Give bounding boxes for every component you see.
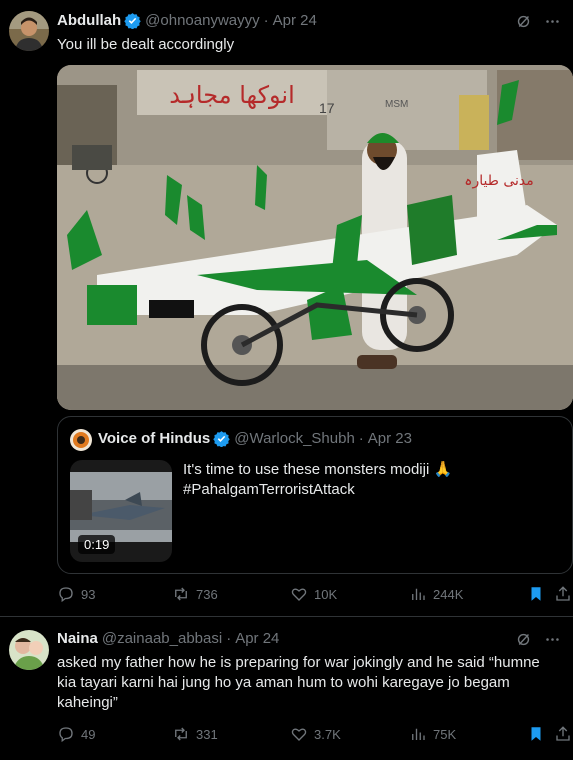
user-handle[interactable]: @zainaab_abbasi <box>102 630 222 647</box>
quoted-header: Voice of Hindus @Warlock_Shubh · Apr 23 <box>98 430 412 448</box>
tweet-header: Abdullah @ohnoanywayyy · Apr 24 <box>57 12 317 30</box>
like-icon <box>291 728 307 741</box>
like-icon <box>291 588 307 601</box>
repost-icon <box>175 727 187 741</box>
tweet-date[interactable]: Apr 24 <box>235 630 279 647</box>
reply-count: 49 <box>81 726 96 742</box>
quoted-avatar[interactable] <box>70 429 92 451</box>
like-button[interactable]: 10K <box>290 585 337 603</box>
bookmark-icon <box>531 727 541 741</box>
tweet-text: You ill be dealt accordingly <box>57 36 235 53</box>
share-button[interactable] <box>554 725 572 743</box>
tweet[interactable]: Abdullah @ohnoanywayyy · Apr 24 You ill … <box>0 0 573 617</box>
bookmark-icon <box>531 587 541 601</box>
tweet-text-line: kaheingi” <box>57 694 118 711</box>
wing-urdu-text: مدنی طیارہ <box>464 173 533 189</box>
separator-dot: · <box>226 630 232 647</box>
bookmark-button[interactable] <box>527 725 545 743</box>
separator-dot: · <box>358 430 364 447</box>
wall-number-text: 17 <box>319 100 335 116</box>
grok-icon[interactable] <box>515 13 532 35</box>
quoted-tweet[interactable]: Voice of Hindus @Warlock_Shubh · Apr 23 … <box>57 416 573 574</box>
reply-button[interactable]: 49 <box>57 725 95 743</box>
views-button[interactable]: 244K <box>409 585 463 603</box>
share-button[interactable] <box>554 585 572 603</box>
bookmark-button[interactable] <box>527 585 545 603</box>
reply-count: 93 <box>81 586 96 602</box>
verified-badge-icon <box>213 430 230 448</box>
repost-button[interactable]: 736 <box>172 585 218 603</box>
user-handle[interactable]: @ohnoanywayyy <box>145 12 259 29</box>
views-count: 75K <box>433 726 457 742</box>
verified-badge-icon <box>124 12 141 30</box>
repost-icon <box>175 587 187 601</box>
wall-msm-text: MSM <box>385 99 408 110</box>
quoted-text-line: It's time to use these monsters modiji 🙏 <box>183 461 453 478</box>
tweet-text-line: asked my father how he is preparing for … <box>57 654 540 671</box>
avatar[interactable] <box>9 630 49 670</box>
quoted-handle[interactable]: @Warlock_Shubh <box>234 430 355 447</box>
display-name[interactable]: Abdullah <box>57 12 121 29</box>
views-icon <box>412 728 425 740</box>
tweet-photo[interactable]: انوکھا مجاہد MSM 17 مدنی طیارہ <box>57 65 573 410</box>
tweet-date[interactable]: Apr 24 <box>273 12 317 29</box>
separator-dot: · <box>263 12 269 29</box>
views-button[interactable]: 75K <box>409 725 456 743</box>
more-icon[interactable] <box>544 13 561 35</box>
like-count: 3.7K <box>314 726 341 742</box>
tweet-text: asked my father how he is preparing for … <box>57 653 540 713</box>
reply-icon <box>59 587 73 603</box>
reply-button[interactable]: 93 <box>57 585 95 603</box>
repost-count: 331 <box>196 726 218 742</box>
wall-urdu-text: انوکھا مجاہد <box>169 81 295 109</box>
hashtag-link[interactable]: #PahalgamTerroristAttack <box>183 480 452 500</box>
reply-icon <box>59 727 73 743</box>
share-icon <box>556 586 570 601</box>
action-bar: 49 331 3.7K 75K <box>57 725 573 745</box>
quoted-date[interactable]: Apr 23 <box>368 430 412 447</box>
quoted-text: It's time to use these monsters modiji 🙏… <box>183 460 452 500</box>
quoted-display-name[interactable]: Voice of Hindus <box>98 430 210 447</box>
display-name[interactable]: Naina <box>57 630 98 647</box>
tweet[interactable]: Naina @zainaab_abbasi · Apr 24 asked my … <box>0 618 573 760</box>
tweet-top-icons <box>515 13 561 35</box>
like-count: 10K <box>314 586 338 602</box>
repost-button[interactable]: 331 <box>172 725 218 743</box>
views-count: 244K <box>433 586 464 602</box>
like-button[interactable]: 3.7K <box>290 725 341 743</box>
tweet-header: Naina @zainaab_abbasi · Apr 24 <box>57 630 279 647</box>
grok-icon[interactable] <box>515 631 532 653</box>
tweet-text-line: kia tayari karni hai jung ho ya aman hum… <box>57 674 510 691</box>
tweet-top-icons <box>515 631 561 653</box>
video-duration: 0:19 <box>78 535 116 554</box>
share-icon <box>556 726 570 741</box>
quoted-video-thumbnail[interactable]: 0:19 <box>70 460 172 562</box>
views-icon <box>412 588 425 600</box>
repost-count: 736 <box>196 586 218 602</box>
avatar[interactable] <box>9 11 49 51</box>
action-bar: 93 736 10K 244K <box>57 585 573 605</box>
more-icon[interactable] <box>544 631 561 653</box>
